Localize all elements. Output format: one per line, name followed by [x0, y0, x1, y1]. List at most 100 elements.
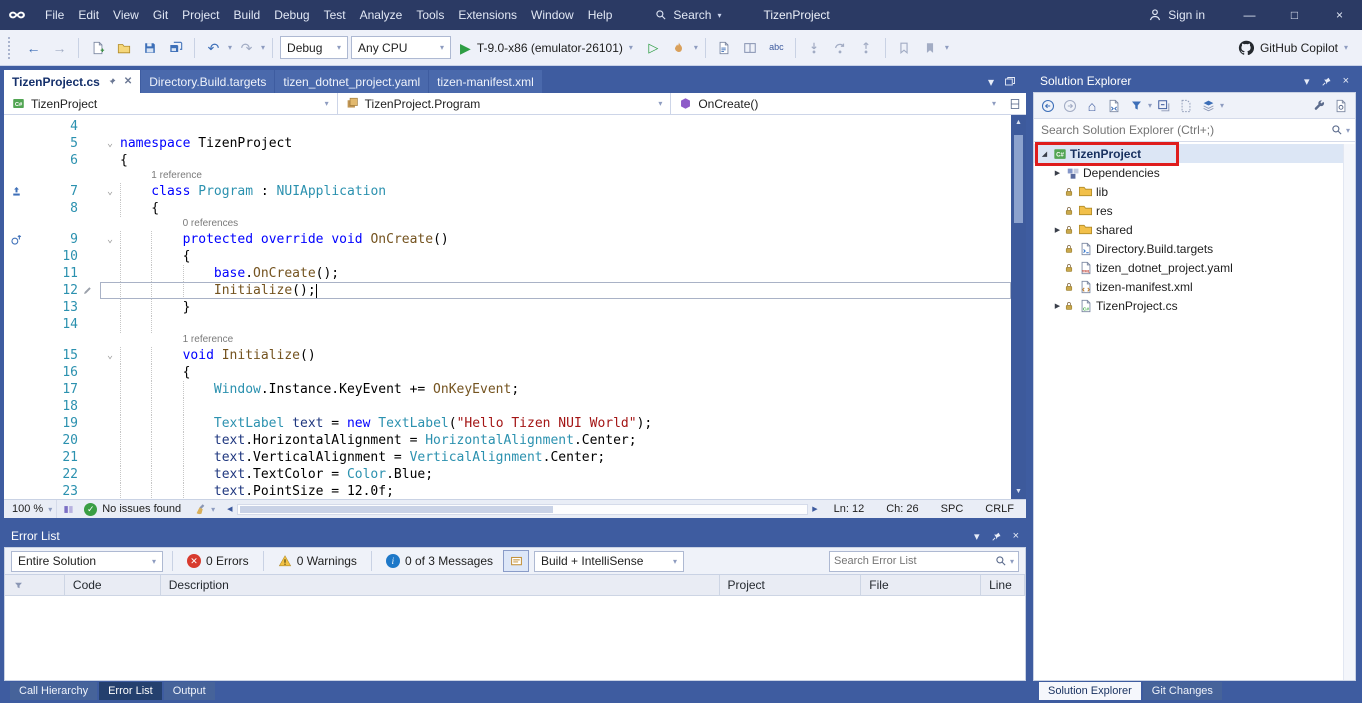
horizontal-scrollbar-track[interactable]	[237, 504, 809, 515]
step-over-icon[interactable]	[829, 36, 852, 59]
tree-item-lib[interactable]: lib	[1034, 182, 1343, 201]
menu-git[interactable]: Git	[146, 4, 175, 26]
step-into-icon[interactable]	[803, 36, 826, 59]
titlebar-search[interactable]: Search ▾	[647, 5, 729, 25]
filter-icon[interactable]	[1126, 95, 1146, 117]
solution-configuration-dropdown[interactable]: Debug ▾	[280, 36, 348, 59]
sign-in-button[interactable]: Sign in	[1148, 8, 1205, 22]
severity-column-header[interactable]	[5, 575, 65, 595]
pin-icon[interactable]	[991, 531, 1002, 542]
expand-arrow-icon[interactable]: ▶	[1051, 169, 1064, 177]
scroll-down-arrow-icon[interactable]: ▼	[1011, 484, 1026, 499]
wrench-icon[interactable]	[1309, 95, 1329, 117]
member-dropdown[interactable]: OnCreate() ▾	[671, 93, 1004, 114]
vertical-scrollbar-thumb[interactable]	[1014, 135, 1023, 223]
horizontal-scrollbar[interactable]: ◀ ▶	[225, 503, 820, 516]
messages-toggle-button[interactable]	[503, 550, 529, 572]
tree-item-dependencies[interactable]: ▶Dependencies	[1034, 163, 1343, 182]
column-header-line[interactable]: Line	[981, 575, 1025, 595]
show-all-files-icon[interactable]	[1176, 95, 1196, 117]
editor-tab-tizen-manifest-xml[interactable]: tizen-manifest.xml	[429, 70, 542, 93]
close-icon[interactable]: ×	[1343, 75, 1349, 87]
chevron-down-icon[interactable]: ▾	[261, 43, 265, 52]
tree-item-shared[interactable]: ▶shared	[1034, 220, 1343, 239]
menu-file[interactable]: File	[38, 4, 71, 26]
close-button[interactable]: ×	[1317, 0, 1362, 30]
type-dropdown[interactable]: TizenProject.Program ▾	[338, 93, 672, 114]
window-position-icon[interactable]: ▾	[974, 530, 980, 543]
tree-item-tizenproject-cs[interactable]: ▶C#TizenProject.cs	[1034, 296, 1343, 315]
split-editor-button[interactable]	[1004, 93, 1026, 114]
collapse-chevron-icon[interactable]: ⌄	[100, 347, 120, 364]
scroll-left-arrow-icon[interactable]: ◀	[225, 505, 234, 513]
menu-tools[interactable]: Tools	[409, 4, 451, 26]
warnings-filter-button[interactable]: 0 Warnings	[273, 550, 362, 572]
chevron-down-icon[interactable]: ▾	[694, 43, 698, 52]
open-file-icon[interactable]	[112, 36, 135, 59]
tree-item-tizen-manifest-xml[interactable]: tizen-manifest.xml	[1034, 277, 1343, 296]
menu-window[interactable]: Window	[524, 4, 581, 26]
messages-filter-button[interactable]: i 0 of 3 Messages	[381, 550, 498, 572]
document-properties-icon[interactable]	[713, 36, 736, 59]
start-without-debugging-icon[interactable]: ▷	[642, 36, 665, 59]
editor-tab-tizen-dotnet-project-yaml[interactable]: tizen_dotnet_project.yaml	[275, 70, 428, 93]
github-copilot-button[interactable]: GitHub Copilot ▾	[1238, 40, 1354, 56]
toolbar-drag-handle[interactable]	[8, 37, 13, 59]
solution-platform-dropdown[interactable]: Any CPU ▾	[351, 36, 451, 59]
error-list-title-bar[interactable]: Error List ▾ ×	[4, 525, 1026, 547]
collapse-chevron-icon[interactable]: ⌄	[100, 231, 120, 248]
scroll-right-arrow-icon[interactable]: ▶	[810, 505, 819, 513]
panel-tab-git-changes[interactable]: Git Changes	[1143, 682, 1222, 700]
save-icon[interactable]	[138, 36, 161, 59]
navigate-forward-icon[interactable]: →	[48, 36, 71, 59]
menu-help[interactable]: Help	[581, 4, 620, 26]
column-header-code[interactable]: Code	[65, 575, 161, 595]
code-cleanup-button[interactable]: ▾	[191, 503, 219, 516]
minimize-button[interactable]: —	[1227, 0, 1272, 30]
redo-icon[interactable]: ↷	[235, 36, 258, 59]
document-health-indicator[interactable]: ✓ No issues found	[80, 503, 185, 516]
codelens-label[interactable]: 1 reference	[183, 334, 234, 345]
override-glyph-icon[interactable]	[4, 231, 28, 248]
menu-build[interactable]: Build	[227, 4, 268, 26]
panel-tab-solution-explorer[interactable]: Solution Explorer	[1039, 682, 1141, 700]
float-window-icon[interactable]	[1004, 76, 1016, 88]
vertical-splitter[interactable]	[1026, 70, 1033, 703]
vertical-scrollbar[interactable]: ▲ ▼	[1011, 115, 1026, 499]
tree-item-res[interactable]: res	[1034, 201, 1343, 220]
close-tab-icon[interactable]: ✕	[124, 76, 132, 87]
column-header-file[interactable]: File	[861, 575, 981, 595]
column-header-description[interactable]: Description	[161, 575, 720, 595]
errors-filter-button[interactable]: ✕ 0 Errors	[182, 550, 254, 572]
new-project-icon[interactable]	[86, 36, 109, 59]
error-list-search[interactable]: ▾	[829, 551, 1019, 572]
collapse-chevron-icon[interactable]: ⌄	[100, 183, 120, 200]
horizontal-scrollbar-thumb[interactable]	[240, 506, 553, 513]
code-editor[interactable]: 45⌄namespace TizenProject6{1 reference7⌄…	[4, 115, 1026, 499]
bookmark-previous-icon[interactable]	[893, 36, 916, 59]
menu-edit[interactable]: Edit	[71, 4, 106, 26]
solution-explorer-search-input[interactable]	[1034, 123, 1331, 137]
zoom-dropdown[interactable]: 100 % ▾	[8, 500, 57, 518]
back-circle-icon[interactable]	[1038, 95, 1058, 117]
chevron-down-icon[interactable]: ▾	[1148, 101, 1152, 110]
properties-icon[interactable]	[1331, 95, 1351, 117]
home-icon[interactable]: ⌂	[1082, 95, 1102, 117]
collapse-all-icon[interactable]	[1154, 95, 1174, 117]
panel-tab-call-hierarchy[interactable]: Call Hierarchy	[10, 682, 97, 700]
source-filter-dropdown[interactable]: Build + IntelliSense ▾	[534, 551, 684, 572]
document-list-dropdown-icon[interactable]: ▾	[988, 75, 994, 89]
pin-icon[interactable]	[1321, 76, 1332, 87]
chevron-down-icon[interactable]: ▾	[228, 43, 232, 52]
menu-debug[interactable]: Debug	[267, 4, 316, 26]
tree-scrollbar[interactable]	[1343, 144, 1355, 680]
editor-tab-directory-build-targets[interactable]: Directory.Build.targets	[141, 70, 274, 93]
scope-filter-dropdown[interactable]: Entire Solution ▾	[11, 551, 163, 572]
maximize-button[interactable]: □	[1272, 0, 1317, 30]
panel-tab-output[interactable]: Output	[164, 682, 215, 700]
editor-tab-tizenproject-cs[interactable]: TizenProject.cs✕	[4, 70, 140, 93]
menu-analyze[interactable]: Analyze	[353, 4, 410, 26]
panel-tab-error-list[interactable]: Error List	[99, 682, 162, 700]
menu-test[interactable]: Test	[317, 4, 353, 26]
hot-reload-icon[interactable]	[668, 36, 691, 59]
